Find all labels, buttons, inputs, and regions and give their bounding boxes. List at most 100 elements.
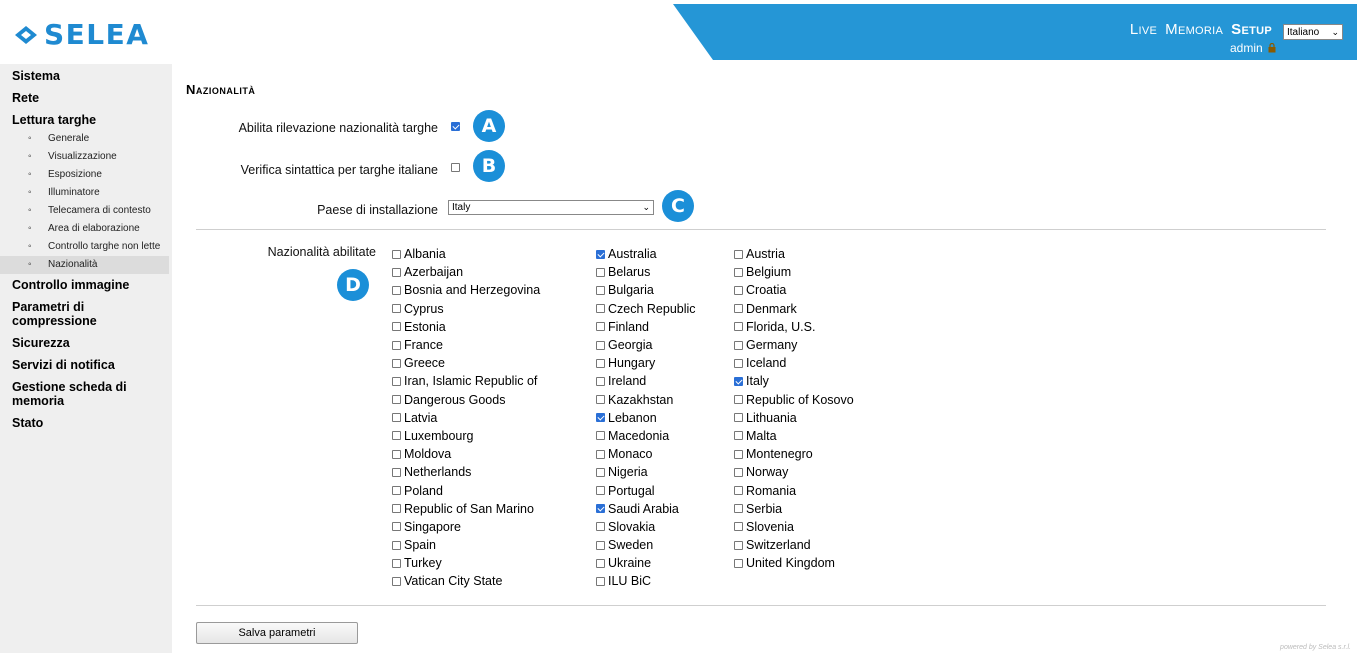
sidebar-item-sistema[interactable]: Sistema bbox=[0, 67, 172, 85]
nationality-checkbox[interactable] bbox=[734, 285, 743, 295]
sidebar-sub-nazionalita[interactable]: Nazionalità bbox=[0, 256, 169, 274]
nationality-option[interactable]: Estonia bbox=[392, 318, 540, 336]
nationality-checkbox[interactable] bbox=[734, 413, 743, 423]
nationality-checkbox[interactable] bbox=[596, 540, 605, 550]
nationality-checkbox[interactable] bbox=[392, 486, 401, 496]
nationality-option[interactable]: Bosnia and Herzegovina bbox=[392, 281, 540, 299]
nationality-checkbox[interactable] bbox=[392, 522, 401, 532]
nationality-checkbox[interactable] bbox=[596, 413, 605, 423]
save-button[interactable]: Salva parametri bbox=[196, 622, 358, 644]
nationality-checkbox[interactable] bbox=[734, 486, 743, 496]
nationality-option[interactable]: Czech Republic bbox=[596, 300, 696, 318]
sidebar-item-stato[interactable]: Stato bbox=[0, 414, 172, 432]
nav-setup[interactable]: Setup bbox=[1231, 21, 1272, 38]
nationality-checkbox[interactable] bbox=[596, 285, 605, 295]
nationality-checkbox[interactable] bbox=[734, 304, 743, 314]
nationality-option[interactable]: Florida, U.S. bbox=[734, 318, 854, 336]
nationality-option[interactable]: Nigeria bbox=[596, 463, 696, 481]
nationality-checkbox[interactable] bbox=[596, 322, 605, 332]
nationality-checkbox[interactable] bbox=[392, 249, 401, 259]
nationality-checkbox[interactable] bbox=[392, 540, 401, 550]
nationality-option[interactable]: Cyprus bbox=[392, 300, 540, 318]
sidebar-sub-generale[interactable]: Generale bbox=[0, 130, 172, 148]
nationality-option[interactable]: Turkey bbox=[392, 554, 540, 572]
nationality-checkbox[interactable] bbox=[734, 504, 743, 514]
nationality-option[interactable]: Belgium bbox=[734, 263, 854, 281]
sidebar-sub-esposizione[interactable]: Esposizione bbox=[0, 166, 172, 184]
nationality-checkbox[interactable] bbox=[596, 486, 605, 496]
sidebar-item-servizi-notifica[interactable]: Servizi di notifica bbox=[0, 356, 172, 374]
lock-icon[interactable] bbox=[1268, 43, 1276, 53]
nationality-checkbox[interactable] bbox=[392, 358, 401, 368]
nationality-checkbox[interactable] bbox=[392, 285, 401, 295]
nationality-option[interactable]: Republic of San Marino bbox=[392, 500, 540, 518]
nationality-option[interactable]: Romania bbox=[734, 481, 854, 499]
nationality-checkbox[interactable] bbox=[734, 558, 743, 568]
nationality-option[interactable]: France bbox=[392, 336, 540, 354]
nationality-option[interactable]: Slovenia bbox=[734, 518, 854, 536]
nationality-option[interactable]: Finland bbox=[596, 318, 696, 336]
nationality-checkbox[interactable] bbox=[596, 504, 605, 514]
nationality-option[interactable]: Azerbaijan bbox=[392, 263, 540, 281]
nationality-option[interactable]: Singapore bbox=[392, 518, 540, 536]
nationality-option[interactable]: Montenegro bbox=[734, 445, 854, 463]
sidebar-sub-illuminatore[interactable]: Illuminatore bbox=[0, 184, 172, 202]
sidebar-sub-telecamera[interactable]: Telecamera di contesto bbox=[0, 202, 172, 220]
nationality-option[interactable]: Poland bbox=[392, 481, 540, 499]
nationality-option[interactable]: Iran, Islamic Republic of bbox=[392, 372, 540, 390]
nationality-option[interactable]: Italy bbox=[734, 372, 854, 390]
nationality-checkbox[interactable] bbox=[596, 431, 605, 441]
enable-detection-checkbox[interactable] bbox=[451, 122, 460, 131]
sidebar-sub-area[interactable]: Area di elaborazione bbox=[0, 220, 172, 238]
nationality-checkbox[interactable] bbox=[596, 449, 605, 459]
nationality-option[interactable]: Iceland bbox=[734, 354, 854, 372]
nationality-option[interactable]: Austria bbox=[734, 245, 854, 263]
nationality-checkbox[interactable] bbox=[392, 431, 401, 441]
sidebar-item-rete[interactable]: Rete bbox=[0, 89, 172, 107]
syntax-check-checkbox[interactable] bbox=[451, 163, 460, 172]
nationality-option[interactable]: Norway bbox=[734, 463, 854, 481]
nationality-checkbox[interactable] bbox=[734, 431, 743, 441]
nationality-checkbox[interactable] bbox=[734, 395, 743, 405]
nationality-checkbox[interactable] bbox=[596, 467, 605, 477]
nationality-checkbox[interactable] bbox=[596, 249, 605, 259]
nationality-checkbox[interactable] bbox=[392, 467, 401, 477]
nationality-checkbox[interactable] bbox=[596, 358, 605, 368]
nationality-checkbox[interactable] bbox=[734, 376, 743, 386]
nationality-option[interactable]: Serbia bbox=[734, 500, 854, 518]
nationality-option[interactable]: Lithuania bbox=[734, 409, 854, 427]
nationality-option[interactable]: Albania bbox=[392, 245, 540, 263]
nationality-option[interactable]: Greece bbox=[392, 354, 540, 372]
nationality-option[interactable]: ILU BiC bbox=[596, 572, 696, 590]
nationality-checkbox[interactable] bbox=[596, 340, 605, 350]
nationality-option[interactable]: Netherlands bbox=[392, 463, 540, 481]
nationality-checkbox[interactable] bbox=[392, 504, 401, 514]
nationality-checkbox[interactable] bbox=[596, 304, 605, 314]
nationality-checkbox[interactable] bbox=[392, 267, 401, 277]
nationality-checkbox[interactable] bbox=[392, 376, 401, 386]
sidebar-item-controllo-immagine[interactable]: Controllo immagine bbox=[0, 276, 172, 294]
nationality-checkbox[interactable] bbox=[596, 522, 605, 532]
nationality-checkbox[interactable] bbox=[392, 413, 401, 423]
language-select[interactable]: Italiano ⌄ bbox=[1283, 24, 1343, 40]
nationality-option[interactable]: Moldova bbox=[392, 445, 540, 463]
nationality-option[interactable]: Malta bbox=[734, 427, 854, 445]
nationality-option[interactable]: Portugal bbox=[596, 481, 696, 499]
nationality-checkbox[interactable] bbox=[392, 340, 401, 350]
nationality-option[interactable]: Republic of Kosovo bbox=[734, 391, 854, 409]
nationality-checkbox[interactable] bbox=[734, 449, 743, 459]
nationality-option[interactable]: Ukraine bbox=[596, 554, 696, 572]
sidebar-item-gestione-scheda[interactable]: Gestione scheda di memoria bbox=[0, 378, 140, 410]
nationality-checkbox[interactable] bbox=[734, 267, 743, 277]
nationality-option[interactable]: Belarus bbox=[596, 263, 696, 281]
nationality-checkbox[interactable] bbox=[734, 522, 743, 532]
nationality-option[interactable]: Australia bbox=[596, 245, 696, 263]
nationality-checkbox[interactable] bbox=[392, 576, 401, 586]
nationality-option[interactable]: Germany bbox=[734, 336, 854, 354]
nationality-option[interactable]: Denmark bbox=[734, 300, 854, 318]
nationality-option[interactable]: Switzerland bbox=[734, 536, 854, 554]
nationality-option[interactable]: Latvia bbox=[392, 409, 540, 427]
nationality-option[interactable]: United Kingdom bbox=[734, 554, 854, 572]
selea-logo[interactable]: SELEA bbox=[14, 20, 149, 50]
nationality-option[interactable]: Slovakia bbox=[596, 518, 696, 536]
